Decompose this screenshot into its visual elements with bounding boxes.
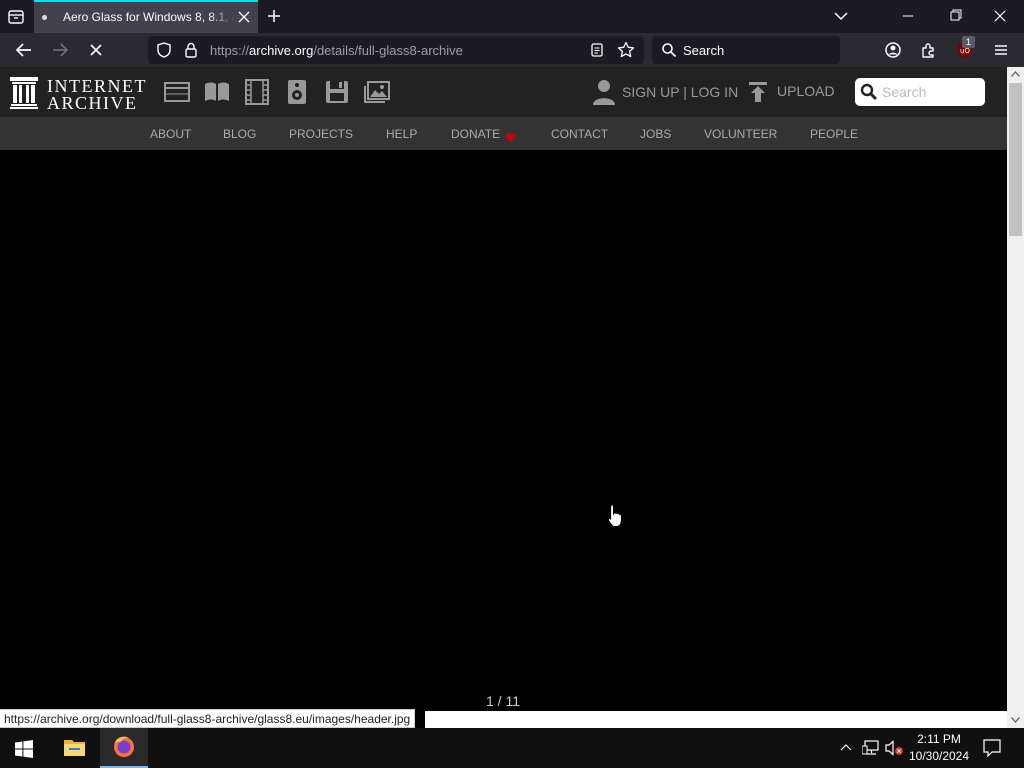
system-clock[interactable]: 2:11 PM 10/30/2024 [908, 731, 970, 765]
firefox-icon[interactable] [100, 728, 148, 768]
scroll-down-arrow-icon[interactable] [1011, 717, 1020, 723]
start-button[interactable] [0, 728, 48, 768]
media-viewer[interactable]: 1 / 11 [0, 150, 1007, 728]
show-hidden-icons-chevron-icon[interactable] [839, 741, 853, 755]
browser-tab-strip: Aero Glass for Windows 8, 8.1, and 10 [0, 0, 1024, 33]
network-icon[interactable] [861, 740, 880, 756]
new-tab-button[interactable] [264, 6, 284, 26]
tracking-protection-shield-icon[interactable] [155, 41, 173, 59]
nav-contact[interactable]: CONTACT [551, 127, 608, 141]
nav-jobs[interactable]: JOBS [640, 127, 671, 141]
nav-donate[interactable]: DONATE [451, 127, 500, 141]
stop-loading-button[interactable] [85, 39, 107, 61]
restore-button[interactable] [944, 6, 968, 26]
search-icon [860, 83, 878, 101]
software-icon[interactable] [324, 79, 350, 105]
internet-archive-logo[interactable]: INTERNET ARCHIVE [10, 75, 145, 113]
ia-nav-bar: ABOUT BLOG PROJECTS HELP DONATE CONTACT … [0, 117, 1007, 150]
extensions-puzzle-icon[interactable] [918, 39, 940, 61]
site-search-input[interactable] [882, 82, 980, 102]
account-icon[interactable] [882, 39, 904, 61]
upload-link[interactable]: UPLOAD [777, 83, 835, 99]
vertical-scrollbar[interactable] [1007, 67, 1024, 728]
texts-icon[interactable] [204, 79, 230, 105]
upload-icon[interactable] [748, 81, 768, 103]
list-all-tabs-icon[interactable] [6, 7, 26, 27]
link-status-bar: https://archive.org/download/full-glass8… [0, 709, 416, 728]
ublock-origin-icon[interactable]: uO 1 [954, 36, 976, 61]
chevron-down-icon[interactable] [831, 6, 851, 26]
tab-title: Aero Glass for Windows 8, 8.1, and 10 [63, 10, 235, 24]
hand-cursor-icon [607, 504, 622, 527]
logo-wordmark-line2: ARCHIVE [47, 93, 138, 113]
images-icon[interactable] [364, 79, 390, 105]
tab-favicon-icon [42, 15, 47, 20]
minimize-button[interactable] [896, 6, 920, 26]
windows-logo-icon [15, 740, 33, 758]
reader-view-icon[interactable] [588, 41, 606, 59]
scrollbar-thumb[interactable] [1009, 83, 1022, 236]
user-icon[interactable] [593, 79, 615, 105]
clock-time: 2:11 PM [917, 732, 961, 746]
nav-projects[interactable]: PROJECTS [289, 127, 353, 141]
page-viewport: INTERNET ARCHIVE SIGN UP | LOG IN UPLOAD [0, 67, 1007, 728]
close-tab-icon[interactable] [235, 8, 253, 26]
video-icon[interactable] [244, 79, 270, 105]
back-button[interactable] [13, 39, 35, 61]
svg-text:uO: uO [960, 47, 970, 55]
search-icon [661, 42, 677, 58]
audio-icon[interactable] [284, 79, 310, 105]
site-search-box[interactable] [855, 78, 985, 106]
page-counter: 1 / 11 [486, 693, 520, 709]
nav-help[interactable]: HELP [386, 127, 417, 141]
nav-about[interactable]: ABOUT [150, 127, 191, 141]
url-text: https://archive.org/details/full-glass8-… [210, 43, 463, 58]
clock-date: 10/30/2024 [908, 749, 970, 763]
nav-blog[interactable]: BLOG [223, 127, 256, 141]
address-bar[interactable]: https://archive.org/details/full-glass8-… [148, 36, 644, 64]
close-window-button[interactable] [988, 6, 1012, 26]
lock-icon[interactable] [182, 41, 200, 59]
ia-top-header: INTERNET ARCHIVE SIGN UP | LOG IN UPLOAD [0, 67, 1007, 117]
web-icon[interactable] [164, 79, 190, 105]
navigation-toolbar: https://archive.org/details/full-glass8-… [0, 33, 1024, 67]
browser-search-field[interactable]: Search [652, 36, 840, 64]
nav-people[interactable]: PEOPLE [810, 127, 858, 141]
search-field-label: Search [683, 43, 725, 58]
bookmark-star-icon[interactable] [616, 40, 636, 60]
archive-temple-icon [10, 77, 38, 109]
active-tab[interactable]: Aero Glass for Windows 8, 8.1, and 10 [34, 0, 258, 33]
donate-heart-icon[interactable] [505, 129, 516, 142]
horizontal-scroll-strip [425, 711, 1007, 728]
volume-muted-icon[interactable] [885, 740, 905, 756]
action-center-icon[interactable] [982, 739, 1002, 758]
hamburger-menu-icon[interactable] [990, 39, 1012, 61]
scroll-up-arrow-icon[interactable] [1011, 71, 1020, 77]
nav-volunteer[interactable]: VOLUNTEER [704, 127, 777, 141]
file-explorer-icon[interactable] [52, 728, 96, 768]
windows-taskbar: 2:11 PM 10/30/2024 [0, 728, 1024, 768]
blocked-count-badge: 1 [962, 36, 975, 48]
forward-button[interactable] [49, 39, 71, 61]
signup-login-link[interactable]: SIGN UP | LOG IN [622, 84, 738, 100]
